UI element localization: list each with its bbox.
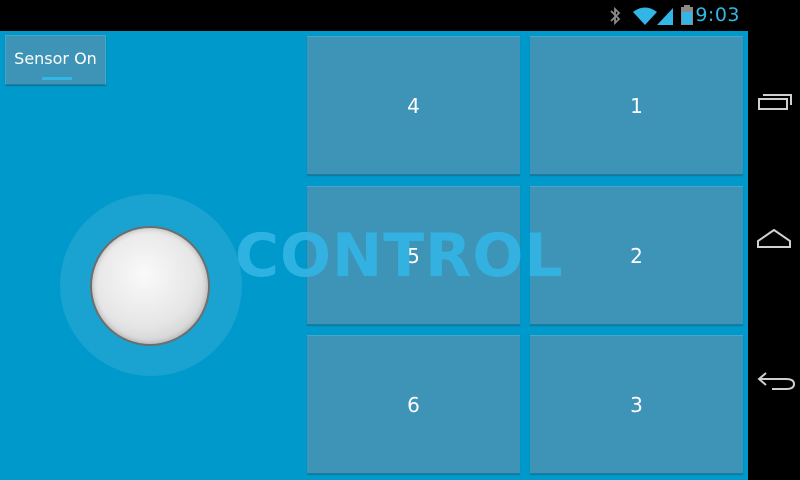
pad-label: 6 <box>407 393 420 417</box>
pad-button-1[interactable]: 1 <box>530 36 743 175</box>
pad-label: 1 <box>630 94 643 118</box>
recent-apps-icon <box>758 94 792 110</box>
recent-apps-button[interactable] <box>748 71 800 131</box>
back-button[interactable] <box>748 351 800 411</box>
sensor-toggle-button[interactable]: Sensor On <box>5 35 106 85</box>
sensor-toggle-label: Sensor On <box>14 49 97 68</box>
joystick-knob[interactable] <box>90 226 210 346</box>
pad-button-4[interactable]: 4 <box>307 36 520 175</box>
pad-label: 4 <box>407 94 420 118</box>
pad-button-6[interactable]: 6 <box>307 335 520 474</box>
signal-icon <box>657 8 673 25</box>
wifi-icon <box>633 7 657 25</box>
pad-label: 5 <box>407 244 420 268</box>
bluetooth-icon <box>610 6 621 26</box>
control-screen: Sensor On 4 1 5 2 6 3 CONTROL <box>0 31 748 480</box>
battery-icon <box>681 5 693 25</box>
home-icon <box>757 228 791 248</box>
home-button[interactable] <box>748 211 800 271</box>
back-icon <box>757 372 796 390</box>
pad-label: 2 <box>630 244 643 268</box>
pad-button-2[interactable]: 2 <box>530 186 743 325</box>
navigation-bar <box>748 31 800 480</box>
pad-button-5[interactable]: 5 <box>307 186 520 325</box>
pad-label: 3 <box>630 393 643 417</box>
clock: 9:03 <box>695 4 740 26</box>
status-bar: 9:03 <box>0 0 800 31</box>
pad-button-3[interactable]: 3 <box>530 335 743 474</box>
toggle-on-indicator <box>42 77 72 80</box>
